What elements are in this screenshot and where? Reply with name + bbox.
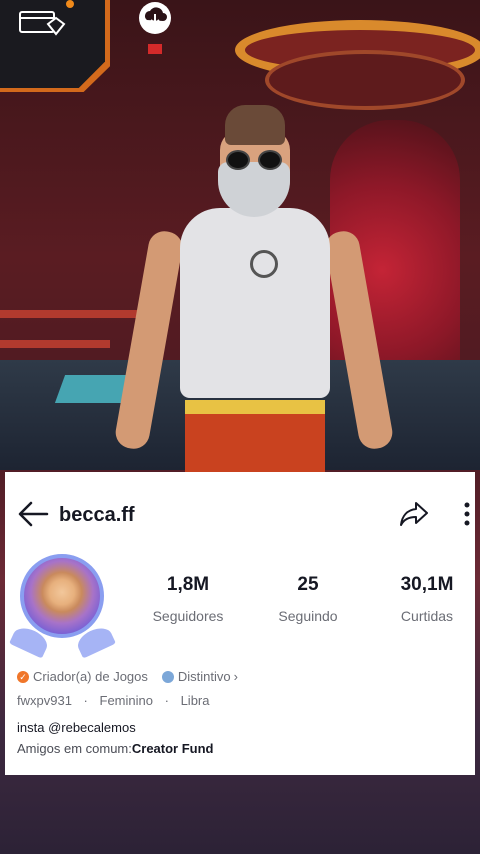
character-arm-right xyxy=(323,228,395,452)
avatar[interactable] xyxy=(9,544,116,659)
stat-followers[interactable]: 1,8M Seguidores xyxy=(133,574,243,624)
profile-meta: fwxpv931 · Feminino · Libra xyxy=(17,693,210,708)
distinct-badge-label[interactable]: Distintivo xyxy=(178,669,231,684)
mutual-friends[interactable]: Amigos em comum:Creator Fund xyxy=(17,741,214,756)
stat-value: 30,1M xyxy=(400,574,454,595)
player-character xyxy=(110,100,395,480)
more-vertical-icon[interactable] xyxy=(461,500,473,528)
stat-value: 1,8M xyxy=(166,574,210,595)
meta-gender: Feminino xyxy=(99,693,153,708)
meta-separator: · xyxy=(164,693,169,708)
arrow-left-icon[interactable] xyxy=(17,500,49,528)
hoodie-logo xyxy=(250,250,278,278)
stat-label: Seguidores xyxy=(152,608,224,624)
sunglasses-right xyxy=(258,150,282,170)
meta-sign: Libra xyxy=(180,693,210,708)
character-shorts xyxy=(185,400,325,480)
download-indicator xyxy=(148,44,162,54)
character-hoodie xyxy=(180,208,330,398)
stat-following[interactable]: 25 Seguindo xyxy=(253,574,363,624)
badge-row: ✓ Criador(a) de Jogos Distintivo › xyxy=(17,669,238,684)
wall-stripe xyxy=(0,340,110,348)
stat-likes[interactable]: 30,1M Curtidas xyxy=(372,574,480,624)
bio-text: insta @rebecalemos xyxy=(17,720,136,735)
character-arm-left xyxy=(113,228,185,452)
profile-username: becca.ff xyxy=(59,504,135,526)
stat-value: 25 xyxy=(297,574,319,595)
gem-card-icon[interactable] xyxy=(18,8,66,36)
cloud-download-icon[interactable] xyxy=(137,0,173,36)
mutual-name[interactable]: Creator Fund xyxy=(132,741,214,756)
character-hair xyxy=(225,105,285,145)
chevron-right-icon[interactable]: › xyxy=(234,669,238,684)
stat-label: Curtidas xyxy=(400,608,454,624)
mutual-prefix: Amigos em comum: xyxy=(17,741,132,756)
meta-separator: · xyxy=(83,693,88,708)
profile-card: becca.ff 1,8M Seguidores 25 Seguindo 30,… xyxy=(5,472,475,775)
notification-dot xyxy=(66,0,74,8)
sunglasses-left xyxy=(226,150,250,170)
share-icon[interactable] xyxy=(399,500,429,528)
stat-label: Seguindo xyxy=(278,608,338,624)
creator-badge-label[interactable]: Criador(a) de Jogos xyxy=(33,669,148,684)
avatar-image xyxy=(20,554,104,638)
meta-id: fwxpv931 xyxy=(17,693,72,708)
creator-badge-icon: ✓ xyxy=(17,670,29,683)
distinct-badge-icon xyxy=(161,670,174,683)
